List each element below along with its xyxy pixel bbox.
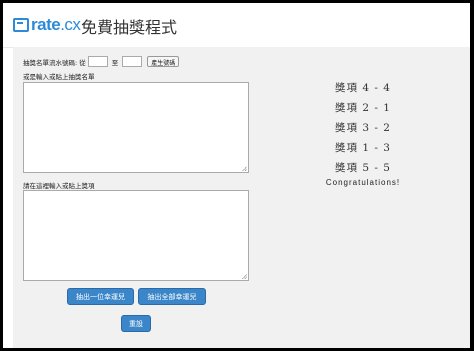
app-window: rate.cx 免費抽獎程式 抽獎名單流水號碼: 從 至 產生號碼 或是輸入或貼…	[3, 3, 470, 348]
result-item: 獎項 2 - 1	[335, 102, 391, 114]
names-label: 或是輸入或貼上抽獎名單	[23, 73, 95, 81]
header: rate.cx 免費抽獎程式	[3, 3, 470, 48]
reset-button[interactable]: 重設	[121, 315, 151, 332]
range-to-input[interactable]	[122, 56, 143, 67]
rate-logo-icon	[13, 18, 29, 32]
logo-text-main: rate	[31, 15, 61, 34]
logo-text: rate.cx	[31, 15, 81, 35]
range-label: 抽獎名單流水號碼: 從	[23, 58, 86, 67]
main-panel: 抽獎名單流水號碼: 從 至 產生號碼 或是輸入或貼上抽獎名單 請在這裡輸入或貼上…	[13, 47, 470, 348]
prizes-label: 請在這裡輸入或貼上獎項	[23, 182, 95, 190]
draw-one-button[interactable]: 抽出一位幸運兒	[67, 288, 134, 305]
draw-all-button[interactable]: 抽出全部幸運兒	[138, 288, 206, 305]
prizes-textarea[interactable]	[23, 190, 249, 281]
result-item: 獎項 4 - 4	[335, 82, 391, 94]
logo[interactable]: rate.cx	[13, 15, 81, 35]
result-item: 獎項 5 - 5	[335, 162, 391, 174]
range-row: 抽獎名單流水號碼: 從 至 產生號碼	[23, 56, 180, 67]
result-item: 獎項 3 - 2	[335, 122, 391, 134]
results-list: 獎項 4 - 4 獎項 2 - 1 獎項 3 - 2 獎項 1 - 3 獎項 5…	[278, 78, 448, 187]
resize-handle-icon[interactable]	[242, 274, 247, 279]
range-from-input[interactable]	[87, 56, 108, 67]
range-to-label: 至	[111, 58, 119, 67]
resize-handle-icon[interactable]	[242, 166, 247, 171]
names-textarea[interactable]	[23, 82, 249, 173]
logo-text-suffix: .cx	[60, 15, 81, 34]
generate-numbers-button[interactable]: 產生號碼	[147, 56, 180, 67]
congrats-text: Congratulations!	[325, 178, 401, 187]
result-item: 獎項 1 - 3	[335, 142, 391, 154]
page-title: 免費抽獎程式	[81, 18, 178, 37]
